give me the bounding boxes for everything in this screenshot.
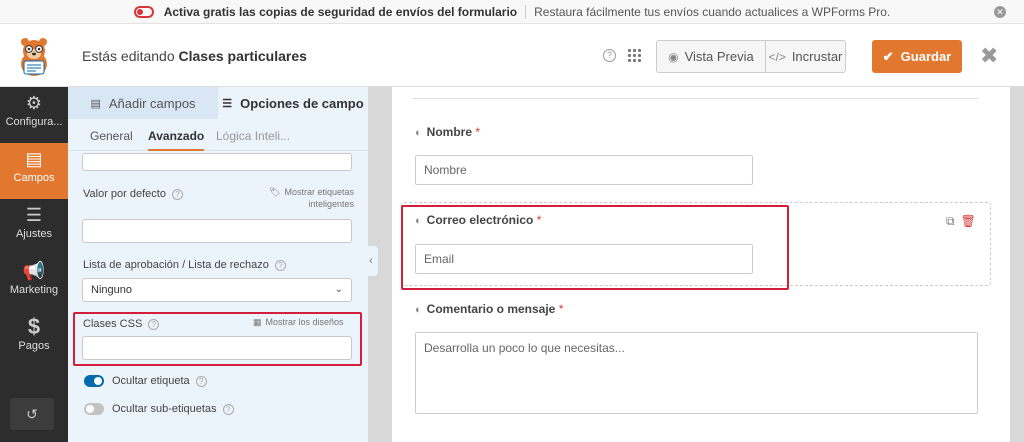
collapse-panel-button[interactable]: ‹ — [364, 246, 378, 276]
help-icon[interactable]: ? — [171, 188, 183, 200]
chevron-down-icon: ⌄ — [334, 284, 343, 295]
allow-deny-select[interactable]: Ninguno ⌄ — [82, 278, 352, 302]
notice-divider — [525, 4, 527, 19]
allow-deny-label: Lista de aprobación / Lista de rechazo? — [83, 259, 286, 271]
tab-add-fields[interactable]: ▤ Añadir campos — [68, 87, 218, 119]
wpforms-logo — [0, 24, 68, 87]
sidebar-item-label: Configura... — [5, 116, 63, 128]
fields-icon: ▤ — [25, 149, 43, 169]
field-option-subtabs: General Avanzado Lógica Inteli... — [68, 123, 368, 151]
page-title: Estás editando Clases particulares — [82, 48, 307, 64]
field-label-name: ◐ Nombre * — [415, 125, 481, 139]
check-icon: ✔ — [882, 48, 894, 64]
sidebar-item-payments[interactable]: $ Pagos — [0, 311, 68, 367]
css-classes-highlight — [73, 312, 362, 366]
notice-bold-text: Activa gratis las copias de seguridad de… — [163, 4, 518, 19]
field-options-panel: ▤ Añadir campos ☰ Opciones de campo Gene… — [68, 87, 368, 442]
tag-icon: 🏷 — [269, 187, 281, 197]
help-icon[interactable]: ? — [222, 403, 234, 415]
eye-icon: ◐ — [415, 127, 422, 139]
comment-textarea[interactable]: Desarrolla un poco lo que necesitas... — [415, 332, 978, 414]
show-smart-tags-link[interactable]: 🏷 Mostrar etiquetas inteligentes — [258, 186, 354, 210]
save-button[interactable]: ✔ Guardar — [872, 40, 962, 73]
email-field-highlight — [401, 205, 789, 290]
dismiss-notice-icon[interactable]: ✕ — [994, 6, 1006, 18]
hide-label-toggle[interactable] — [84, 375, 104, 387]
sidebar-item-setup[interactable]: ⚙ Configura... — [0, 87, 68, 143]
help-icon[interactable]: ? — [603, 49, 616, 62]
field-label-comment: ◐ Comentario o mensaje * — [415, 302, 564, 316]
notice-toggle-icon[interactable] — [133, 5, 154, 18]
code-icon: </> — [768, 49, 786, 64]
form-divider — [413, 98, 978, 99]
sidebar-item-marketing[interactable]: 📢 Marketing — [0, 255, 68, 311]
sidebar-item-label: Pagos — [18, 340, 50, 352]
subtab-general[interactable]: General — [90, 129, 133, 143]
preview-label: Vista Previa — [684, 49, 754, 64]
sliders-icon: ☰ — [222, 97, 233, 110]
apps-grid-icon[interactable] — [628, 49, 641, 62]
form-name: Clases particulares — [178, 48, 307, 64]
megaphone-icon: 📢 — [22, 261, 46, 281]
help-icon[interactable]: ? — [274, 259, 286, 271]
notice-text: Restaura fácilmente tus envíos cuando ac… — [534, 4, 891, 19]
embed-button[interactable]: </> Incrustar — [766, 41, 845, 72]
hide-label-text: Ocultar etiqueta? — [112, 375, 207, 387]
hide-sublabels-toggle[interactable] — [84, 403, 104, 415]
eye-icon: ◐ — [415, 304, 422, 316]
field-actions: ⧉ 🗑 — [946, 214, 976, 229]
sidebar-item-label: Marketing — [9, 284, 59, 296]
default-value-label: Valor por defecto? — [83, 188, 183, 200]
preview-button[interactable]: ◉ Vista Previa — [657, 41, 766, 72]
preview-embed-group: ◉ Vista Previa </> Incrustar — [656, 40, 846, 73]
gear-icon: ⚙ — [25, 93, 43, 113]
dollar-icon: $ — [27, 314, 41, 339]
sidebar-item-settings[interactable]: ☰ Ajustes — [0, 199, 68, 255]
notice-bar: Activa gratis las copias de seguridad de… — [0, 0, 1024, 24]
revisions-button[interactable]: ↺ — [10, 398, 54, 430]
duplicate-icon[interactable]: ⧉ — [946, 214, 955, 228]
subtab-smart-logic[interactable]: Lógica Inteli... — [216, 129, 290, 143]
embed-label: Incrustar — [791, 49, 843, 64]
builder-header: Estás editando Clases particulares ? ◉ V… — [0, 24, 1024, 87]
builder-sidebar: ⚙ Configura... ▤ Campos ☰ Ajustes 📢 Mark… — [0, 87, 68, 442]
tab-label: Opciones de campo — [240, 95, 364, 111]
save-label: Guardar — [900, 49, 952, 64]
eye-icon: ◉ — [668, 49, 679, 64]
trash-icon[interactable]: 🗑 — [961, 214, 976, 228]
size-select-partial[interactable] — [82, 153, 352, 171]
help-icon[interactable]: ? — [195, 375, 207, 387]
list-icon: ▤ — [90, 97, 101, 110]
sidebar-item-label: Campos — [13, 172, 55, 184]
history-icon: ↺ — [26, 406, 38, 422]
subtab-advanced[interactable]: Avanzado — [148, 129, 205, 151]
sidebar-item-label: Ajustes — [15, 228, 53, 240]
default-value-input[interactable] — [82, 219, 352, 243]
close-builder-icon[interactable]: ✖ — [980, 45, 998, 67]
editing-prefix: Estás editando — [82, 48, 175, 64]
tab-label: Añadir campos — [108, 95, 196, 111]
panel-tabs: ▤ Añadir campos ☰ Opciones de campo — [68, 87, 368, 119]
name-field[interactable]: Nombre — [415, 155, 753, 185]
sliders-icon: ☰ — [25, 205, 43, 225]
sidebar-item-fields[interactable]: ▤ Campos — [0, 143, 68, 199]
hide-sublabels-text: Ocultar sub-etiquetas? — [112, 403, 234, 415]
tab-field-options[interactable]: ☰ Opciones de campo — [218, 87, 368, 119]
